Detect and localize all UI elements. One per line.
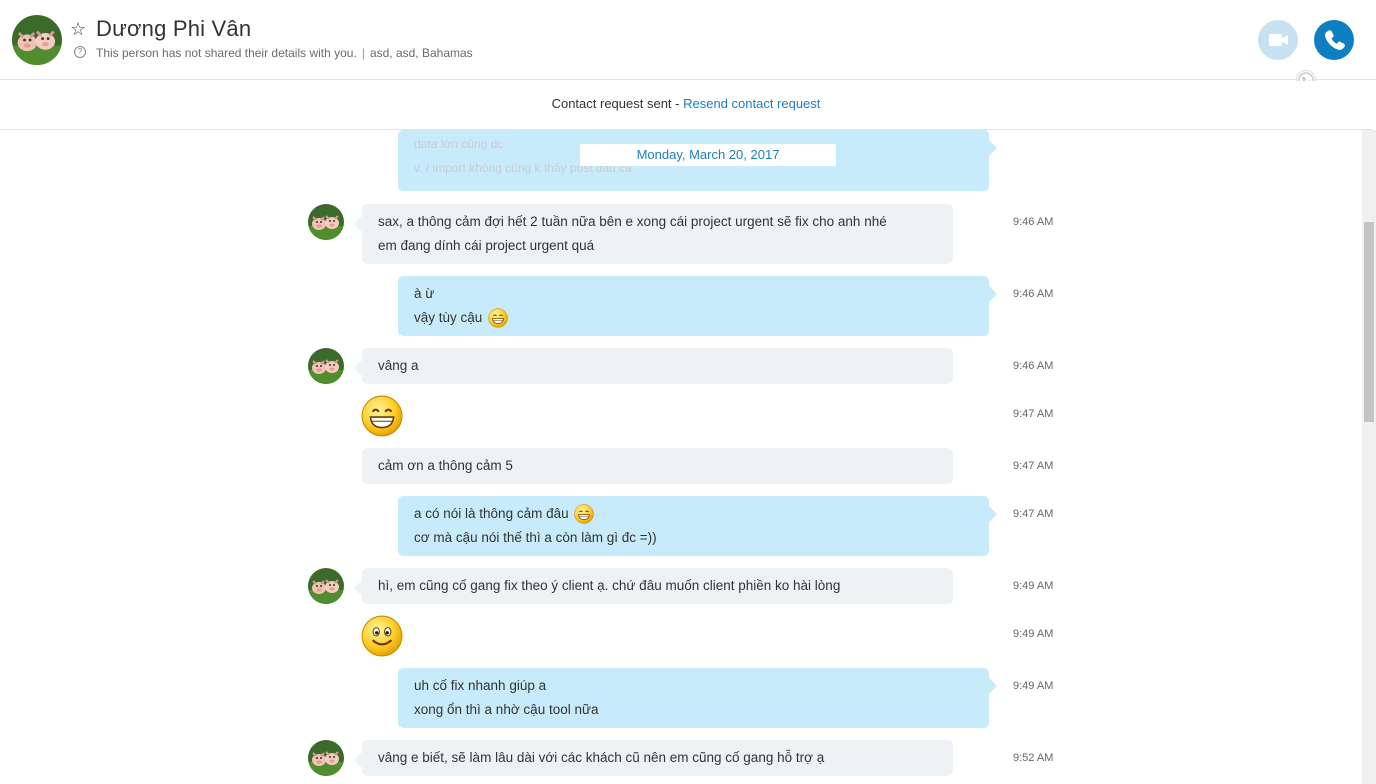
message-list[interactable]: data lớn cũng dc v. / import không cũng … (0, 130, 1362, 784)
date-separator: Monday, March 20, 2017 (580, 144, 836, 166)
voice-call-button[interactable] (1314, 20, 1354, 60)
message-bubble-outgoing[interactable]: uh cố fix nhanh giúp a xong ổn thì a nhờ… (398, 668, 997, 728)
message-timestamp: 9:47 AM (1013, 508, 1054, 520)
grin-emoji-icon (574, 504, 594, 524)
message-bubble-incoming[interactable]: vâng a (354, 348, 953, 384)
contact-location: asd, asd, Bahamas (369, 46, 473, 60)
request-sent-text: Contact request sent - (551, 96, 684, 111)
message-bubble-incoming[interactable]: hì, em cũng cố gang fix theo ý client ạ.… (354, 568, 953, 604)
smile-emoji-icon[interactable] (361, 615, 403, 657)
conversation-header: ☆ Dương Phi Vân ? This person has not sh… (0, 0, 1376, 90)
question-icon[interactable]: ? (74, 46, 86, 58)
details-notice: This person has not shared their details… (96, 46, 357, 60)
grin-emoji-icon (488, 308, 508, 328)
message-text: vậy tùy cậu (414, 310, 483, 325)
message-line: cảm ơn a thông cảm 5 (378, 458, 513, 473)
message-timestamp: 9:49 AM (1013, 580, 1054, 592)
video-camera-icon (1269, 34, 1288, 46)
message-line: a có nói là thông cảm đâu (414, 502, 973, 526)
scrollbar-thumb[interactable] (1364, 222, 1374, 422)
message-timestamp: 9:46 AM (1013, 216, 1054, 228)
message-text: a có nói là thông cảm đâu (414, 506, 569, 521)
video-call-button[interactable] (1258, 20, 1298, 60)
message-line: em đang dính cái project urgent quá (378, 238, 595, 253)
message-timestamp: 9:47 AM (1013, 408, 1054, 420)
message-line: uh cố fix nhanh giúp a (414, 678, 547, 693)
chat-scrollbar[interactable] (1362, 130, 1376, 784)
resend-contact-request-link[interactable]: Resend contact request (683, 96, 820, 111)
message-bubble-outgoing[interactable]: à ừ vậy tùy cậu (398, 276, 997, 336)
sender-avatar[interactable] (308, 568, 344, 604)
message-timestamp: 9:52 AM (1013, 752, 1054, 764)
divider: | (361, 46, 365, 60)
contact-request-bar: Contact request sent - Resend contact re… (0, 81, 1372, 130)
sender-avatar[interactable] (308, 740, 344, 776)
message-bubble-outgoing[interactable]: a có nói là thông cảm đâu cơ mà cậu nói … (398, 496, 997, 556)
message-line: vậy tùy cậu (414, 306, 973, 330)
message-line: xong ổn thì a nhờ cậu tool nữa (414, 702, 599, 717)
message-bubble-incoming[interactable]: vâng e biết, sẽ làm lâu dài với các khác… (354, 740, 953, 776)
message-line: hì, em cũng cố gang fix theo ý client ạ.… (378, 578, 841, 593)
grin-emoji-icon[interactable] (361, 395, 403, 437)
message-bubble-incoming[interactable]: sax, a thông cảm đợi hết 2 tuần nữa bên … (354, 204, 953, 264)
phone-icon (1325, 30, 1345, 50)
message-line: cơ mà cậu nói thế thì a còn làm gì đc =)… (414, 530, 657, 545)
message-line: à ừ (414, 286, 435, 301)
message-bubble-incoming[interactable]: cảm ơn a thông cảm 5 (362, 448, 953, 484)
contact-name[interactable]: Dương Phi Vân (96, 16, 251, 42)
message-timestamp: 9:49 AM (1013, 680, 1054, 692)
sender-avatar[interactable] (308, 348, 344, 384)
message-line: vâng e biết, sẽ làm lâu dài với các khác… (378, 750, 825, 765)
message-timestamp: 9:47 AM (1013, 460, 1054, 472)
message-timestamp: 9:46 AM (1013, 288, 1054, 300)
favorite-star-icon[interactable]: ☆ (70, 19, 86, 39)
sender-avatar[interactable] (308, 204, 344, 240)
message-line: vâng a (378, 358, 419, 373)
contact-avatar[interactable] (12, 15, 62, 65)
message-timestamp: 9:49 AM (1013, 628, 1054, 640)
message-line: sax, a thông cảm đợi hết 2 tuần nữa bên … (378, 214, 887, 229)
message-timestamp: 9:46 AM (1013, 360, 1054, 372)
contact-details: This person has not shared their details… (96, 46, 473, 60)
